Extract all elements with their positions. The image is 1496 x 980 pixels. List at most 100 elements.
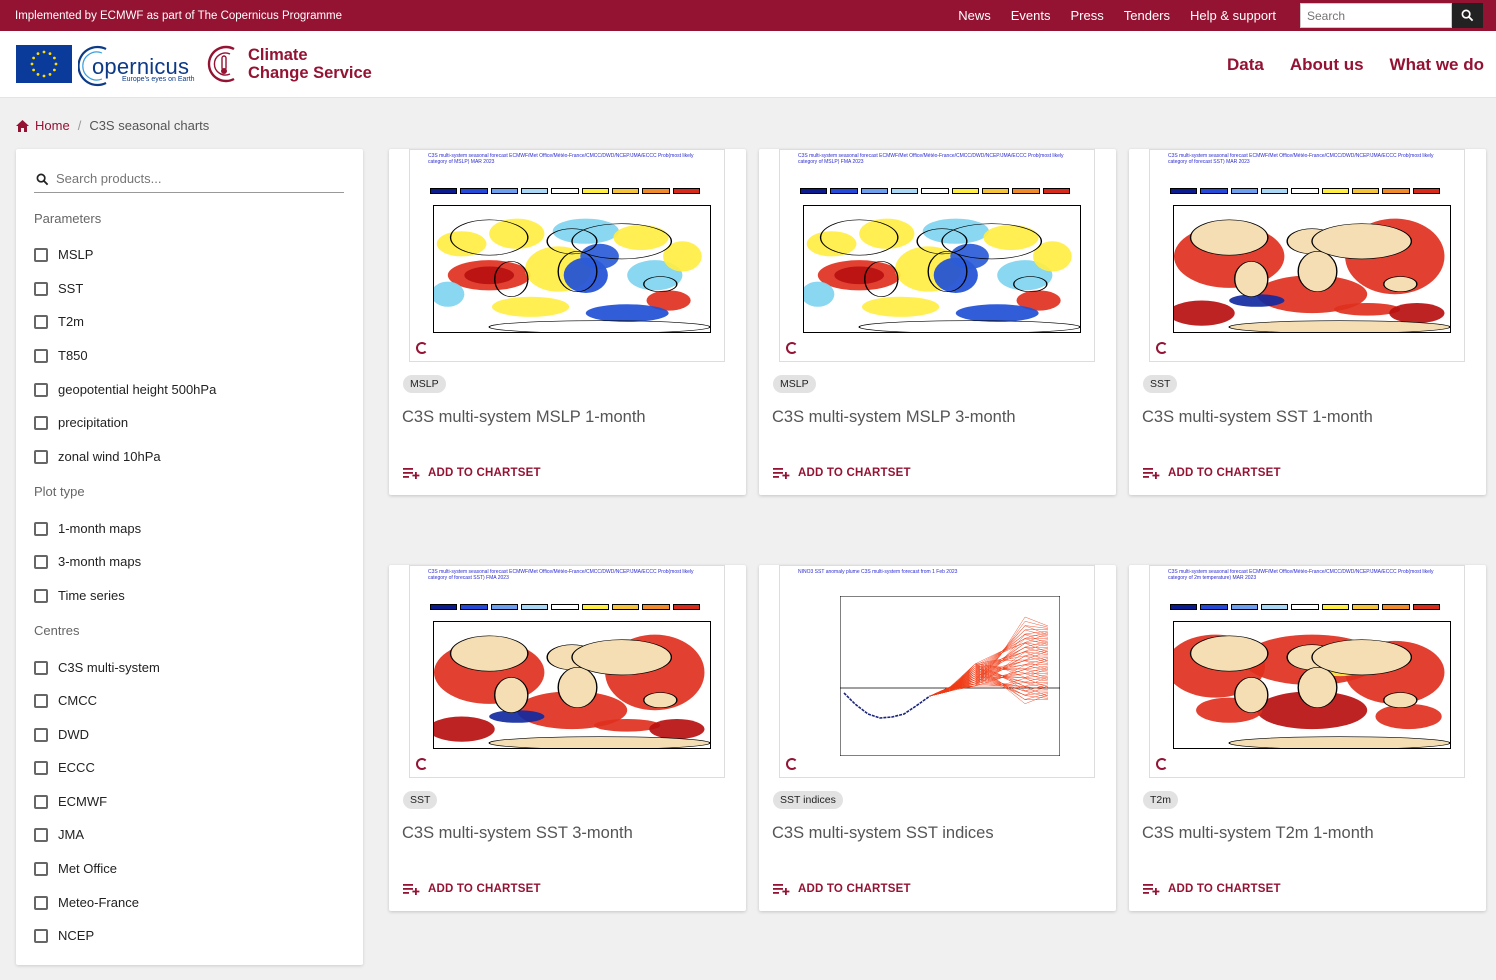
checkbox[interactable] bbox=[34, 348, 48, 363]
thumbnail-caption: C3S multi-system seasonal forecast ECMWF… bbox=[1168, 153, 1434, 165]
product-title[interactable]: C3S multi-system SST 1-month bbox=[1142, 408, 1373, 427]
checkbox[interactable] bbox=[34, 247, 48, 262]
filter-option[interactable]: zonal wind 10hPa bbox=[34, 449, 161, 464]
filter-option[interactable]: T2m bbox=[34, 314, 84, 329]
filter-option[interactable]: SST bbox=[34, 281, 83, 296]
add-to-chartset-label: ADD TO CHARTSET bbox=[1168, 467, 1281, 479]
filter-option[interactable]: ECCC bbox=[34, 760, 95, 775]
add-to-chartset-button[interactable]: ADD TO CHARTSET bbox=[403, 467, 541, 479]
forecast-map-image bbox=[1173, 205, 1451, 333]
filter-option-label: DWD bbox=[58, 727, 90, 742]
checkbox[interactable] bbox=[34, 588, 48, 603]
filter-option-label: JMA bbox=[58, 827, 84, 842]
checkbox[interactable] bbox=[34, 449, 48, 464]
filter-option[interactable]: NCEP bbox=[34, 928, 94, 943]
filter-option[interactable]: Meteo-France bbox=[34, 895, 139, 910]
filter-sidebar: Parameters MSLP SST T2m T850 geopotential hei… bbox=[16, 149, 363, 965]
add-to-chartset-button[interactable]: ADD TO CHARTSET bbox=[403, 883, 541, 895]
filter-option[interactable]: Met Office bbox=[34, 861, 117, 876]
chart-thumbnail[interactable]: C3S multi-system seasonal forecast ECMWF… bbox=[1149, 149, 1465, 362]
site-search-button[interactable] bbox=[1452, 3, 1483, 28]
events-link[interactable]: Events bbox=[1011, 8, 1051, 23]
nav-what-we-do[interactable]: What we do bbox=[1390, 55, 1484, 75]
chart-thumbnail[interactable]: C3S multi-system seasonal forecast ECMWF… bbox=[409, 149, 725, 362]
product-card[interactable]: NINO3 SST anomaly plume C3S multi-system… bbox=[759, 565, 1116, 911]
breadcrumb-home[interactable]: Home bbox=[35, 118, 70, 133]
chart-thumbnail[interactable]: NINO3 SST anomaly plume C3S multi-system… bbox=[779, 565, 1095, 778]
product-card[interactable]: C3S multi-system seasonal forecast ECMWF… bbox=[389, 565, 746, 911]
chart-thumbnail[interactable]: C3S multi-system seasonal forecast ECMWF… bbox=[1149, 565, 1465, 778]
help-support-link[interactable]: Help & support bbox=[1190, 8, 1276, 23]
checkbox[interactable] bbox=[34, 928, 48, 943]
product-title[interactable]: C3S multi-system SST indices bbox=[772, 824, 994, 843]
product-card[interactable]: C3S multi-system seasonal forecast ECMWF… bbox=[1129, 565, 1486, 911]
parameter-tag: SST bbox=[403, 791, 438, 809]
filter-option-label: Met Office bbox=[58, 861, 118, 876]
product-card[interactable]: C3S multi-system seasonal forecast ECMWF… bbox=[389, 149, 746, 495]
checkbox[interactable] bbox=[34, 521, 48, 536]
filter-option[interactable]: 1-month maps bbox=[34, 521, 141, 536]
press-link[interactable]: Press bbox=[1071, 8, 1104, 23]
add-to-chartset-button[interactable]: ADD TO CHARTSET bbox=[773, 883, 911, 895]
checkbox[interactable] bbox=[34, 827, 48, 842]
filter-option[interactable]: CMCC bbox=[34, 693, 97, 708]
top-links: News Events Press Tenders Help & support bbox=[958, 0, 1276, 31]
product-title[interactable]: C3S multi-system T2m 1-month bbox=[1142, 824, 1374, 843]
nav-about-us[interactable]: About us bbox=[1290, 55, 1364, 75]
thumbnail-caption: C3S multi-system seasonal forecast ECMWF… bbox=[798, 153, 1064, 165]
filter-option-label: NCEP bbox=[58, 928, 95, 943]
filter-option[interactable]: Time series bbox=[34, 588, 125, 603]
checkbox[interactable] bbox=[34, 660, 48, 675]
checkbox[interactable] bbox=[34, 861, 48, 876]
site-search-input[interactable] bbox=[1300, 3, 1452, 28]
checkbox[interactable] bbox=[34, 760, 48, 775]
add-to-chartset-button[interactable]: ADD TO CHARTSET bbox=[773, 467, 911, 479]
eu-flag-logo[interactable] bbox=[16, 45, 72, 83]
product-title[interactable]: C3S multi-system SST 3-month bbox=[402, 824, 633, 843]
checkbox[interactable] bbox=[34, 693, 48, 708]
filter-option[interactable]: JMA bbox=[34, 827, 84, 842]
product-title[interactable]: C3S multi-system MSLP 3-month bbox=[772, 408, 1016, 427]
news-link[interactable]: News bbox=[958, 8, 991, 23]
checkbox[interactable] bbox=[34, 554, 48, 569]
add-to-chartset-label: ADD TO CHARTSET bbox=[428, 883, 541, 895]
parameter-tag: SST indices bbox=[773, 791, 843, 809]
filter-option[interactable]: ECMWF bbox=[34, 794, 107, 809]
product-card[interactable]: C3S multi-system seasonal forecast ECMWF… bbox=[1129, 149, 1486, 495]
product-card[interactable]: C3S multi-system seasonal forecast ECMWF… bbox=[759, 149, 1116, 495]
checkbox[interactable] bbox=[34, 727, 48, 742]
chart-thumbnail[interactable]: C3S multi-system seasonal forecast ECMWF… bbox=[409, 565, 725, 778]
thumbnail-caption: C3S multi-system seasonal forecast ECMWF… bbox=[428, 569, 694, 581]
product-title[interactable]: C3S multi-system MSLP 1-month bbox=[402, 408, 646, 427]
filter-option-label: 3-month maps bbox=[58, 554, 142, 569]
checkbox[interactable] bbox=[34, 415, 48, 430]
filter-option[interactable]: T850 bbox=[34, 348, 88, 363]
filter-option[interactable]: 3-month maps bbox=[34, 554, 141, 569]
checkbox[interactable] bbox=[34, 794, 48, 809]
filter-option[interactable]: geopotential height 500hPa bbox=[34, 382, 216, 397]
add-to-chartset-button[interactable]: ADD TO CHARTSET bbox=[1143, 883, 1281, 895]
tenders-link[interactable]: Tenders bbox=[1124, 8, 1170, 23]
playlist-add-icon bbox=[773, 884, 790, 895]
checkbox[interactable] bbox=[34, 281, 48, 296]
nav-data[interactable]: Data bbox=[1227, 55, 1264, 75]
checkbox[interactable] bbox=[34, 314, 48, 329]
chart-thumbnail[interactable]: C3S multi-system seasonal forecast ECMWF… bbox=[779, 149, 1095, 362]
product-search-input[interactable] bbox=[56, 171, 341, 186]
c3s-logo-icon[interactable] bbox=[204, 43, 244, 85]
filter-option-label: CMCC bbox=[58, 693, 97, 708]
filter-group-title: Plot type bbox=[34, 484, 85, 499]
checkbox[interactable] bbox=[34, 895, 48, 910]
add-to-chartset-button[interactable]: ADD TO CHARTSET bbox=[1143, 467, 1281, 479]
filter-option[interactable]: DWD bbox=[34, 727, 89, 742]
playlist-add-icon bbox=[1143, 468, 1160, 479]
filter-option[interactable]: C3S multi-system bbox=[34, 660, 160, 675]
filter-option-label: MSLP bbox=[58, 247, 94, 262]
home-icon[interactable] bbox=[16, 119, 29, 132]
filter-option[interactable]: precipitation bbox=[34, 415, 128, 430]
checkbox[interactable] bbox=[34, 382, 48, 397]
thumbnail-legend bbox=[430, 188, 700, 194]
climate-change-service-title[interactable]: Climate Change Service bbox=[248, 46, 372, 82]
thumbnail-caption: C3S multi-system seasonal forecast ECMWF… bbox=[1168, 569, 1434, 581]
filter-option[interactable]: MSLP bbox=[34, 247, 93, 262]
